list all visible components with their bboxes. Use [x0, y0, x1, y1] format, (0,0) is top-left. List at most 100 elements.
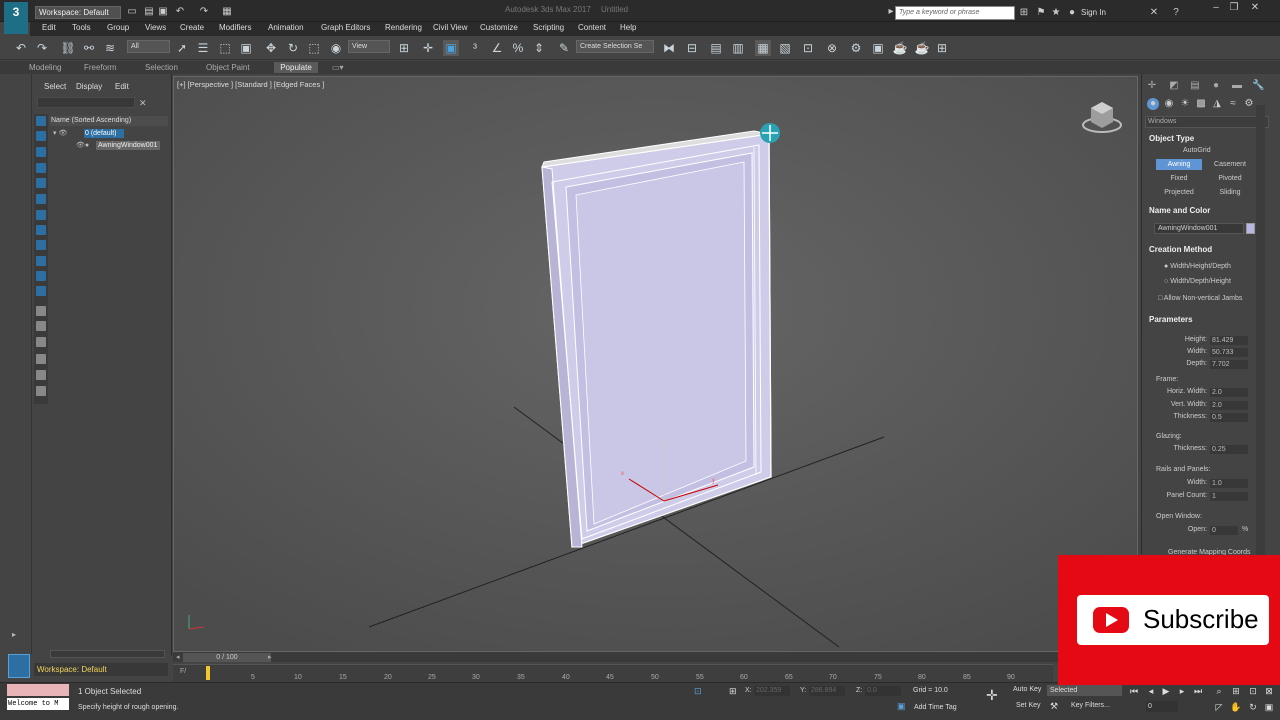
cameras-icon[interactable]: ▩	[1195, 98, 1207, 110]
prev-key-icon[interactable]: ◂	[1145, 685, 1157, 697]
auto-key-button[interactable]: Auto Key	[1013, 686, 1041, 693]
material-editor-icon[interactable]: ⊗	[824, 40, 840, 56]
menu-animation[interactable]: Animation	[268, 23, 304, 32]
menu-rendering[interactable]: Rendering	[385, 23, 422, 32]
menu-tools[interactable]: Tools	[72, 23, 91, 32]
workspace-dropdown[interactable]: Workspace: Default	[35, 6, 121, 19]
project-folder-icon[interactable]: ▦	[221, 6, 233, 18]
time-slider-bar[interactable]	[173, 652, 1138, 662]
geometry-icon[interactable]: ●	[1147, 98, 1159, 110]
percent-snap-icon[interactable]: %	[510, 40, 526, 56]
display-geometry-icon[interactable]	[36, 147, 46, 157]
maxscript-listener-input[interactable]	[7, 684, 69, 696]
viewport-label[interactable]: [+] [Perspective ] [Standard ] [Edged Fa…	[177, 80, 324, 89]
menu-civil-view[interactable]: Civil View	[433, 23, 468, 32]
explorer-tab-display[interactable]: Display	[76, 82, 102, 91]
width-spinner[interactable]: 50.733	[1210, 348, 1248, 357]
play-icon[interactable]: ▶	[1160, 685, 1172, 697]
width-depth-height-radio[interactable]: ○ Width/Depth/Height	[1164, 278, 1231, 285]
ribbon-options-icon[interactable]: ▭▾	[332, 63, 344, 72]
spacewarps-icon[interactable]: ≈	[1227, 98, 1239, 110]
depth-spinner[interactable]: 7.702	[1210, 360, 1248, 369]
move-icon[interactable]: ✥	[263, 40, 279, 56]
schematic-view-icon[interactable]: ⊡	[800, 40, 816, 56]
helpers-icon[interactable]: ◮	[1211, 98, 1223, 110]
render-iterative-icon[interactable]: ☕	[914, 40, 930, 56]
curve-editor-icon[interactable]: ▧	[777, 40, 793, 56]
display-containers-icon[interactable]	[36, 286, 46, 296]
add-time-tag[interactable]: Add Time Tag	[914, 704, 957, 711]
maxscript-output[interactable]: Welcome to M	[7, 698, 69, 710]
shapes-icon[interactable]: ◉	[1163, 98, 1175, 110]
redo-icon[interactable]: ↷	[198, 6, 210, 18]
display-groups-icon[interactable]	[36, 240, 46, 250]
time-tag-icon[interactable]: ▣	[897, 701, 906, 712]
rail-width-spinner[interactable]: 1.0	[1210, 479, 1248, 488]
redo-icon[interactable]: ↷	[34, 40, 50, 56]
visibility-eye-icon[interactable]: 👁●	[76, 141, 89, 149]
selection-filter-dropdown[interactable]: All	[127, 40, 170, 53]
sign-in-link[interactable]: Sign In	[1081, 8, 1106, 17]
set-key-button[interactable]: Set Key	[1016, 702, 1041, 709]
orbit-icon[interactable]: ↻	[1247, 701, 1259, 713]
exchange-icon[interactable]: ✕	[1148, 7, 1160, 19]
pan-icon[interactable]: ✋	[1230, 701, 1242, 713]
horiz-width-spinner[interactable]: 2.0	[1210, 388, 1248, 397]
allow-non-vertical-checkbox[interactable]: □ Allow Non-vertical Jambs	[1158, 295, 1242, 302]
display-bones-icon[interactable]	[36, 271, 46, 281]
ribbon-tab-freeform[interactable]: Freeform	[84, 63, 116, 72]
angle-snap-icon[interactable]: ∠	[489, 40, 505, 56]
pivot-center-icon[interactable]: ⊞	[396, 40, 412, 56]
hierarchy-tab-icon[interactable]: ▤	[1189, 80, 1201, 92]
menu-edit[interactable]: Edit	[42, 23, 56, 32]
current-frame-field[interactable]: 0	[1146, 701, 1178, 712]
hierarchy-icon[interactable]	[36, 354, 46, 364]
sliding-button[interactable]: Sliding	[1207, 187, 1253, 198]
select-manipulate-icon[interactable]: ✛	[420, 40, 436, 56]
bookmark-icon[interactable]: ⚑	[1035, 7, 1047, 19]
new-file-icon[interactable]: ▭	[126, 6, 138, 18]
open-file-icon[interactable]: ▤	[143, 6, 155, 18]
explorer-workspace-dropdown[interactable]: Workspace: Default	[34, 663, 168, 676]
rendered-frame-icon[interactable]: ▣	[870, 40, 886, 56]
save-icon[interactable]: ▣	[157, 6, 169, 18]
display-lights-icon[interactable]	[36, 178, 46, 188]
undo-icon[interactable]: ↶	[13, 40, 29, 56]
search-input[interactable]: Type a keyword or phrase	[895, 6, 1015, 20]
open-spinner[interactable]: 0	[1210, 526, 1238, 535]
binoculars-icon[interactable]: ⊞	[1018, 7, 1030, 19]
spinner-snap-icon[interactable]: ⇕	[531, 40, 547, 56]
rollout-object-type[interactable]: Object Type	[1149, 134, 1194, 143]
viewcube-icon[interactable]	[1082, 98, 1122, 134]
key-filters-button[interactable]: Key Filters...	[1071, 702, 1110, 709]
zoom-all-icon[interactable]: ⊞	[1230, 685, 1242, 697]
snaps-toggle-icon[interactable]: ³	[467, 40, 483, 56]
menu-group[interactable]: Group	[107, 23, 129, 32]
motion-tab-icon[interactable]: ●	[1210, 80, 1222, 92]
keyboard-shortcut-icon[interactable]: ▣	[443, 40, 459, 56]
select-all-icon[interactable]	[36, 321, 46, 331]
maximize-viewport-icon[interactable]: ▣	[1263, 701, 1275, 713]
render-production-icon[interactable]: ☕	[892, 40, 908, 56]
explorer-tab-select[interactable]: Select	[44, 82, 66, 91]
projected-button[interactable]: Projected	[1156, 187, 1202, 198]
time-slider-handle[interactable]: 0 / 100	[183, 653, 271, 662]
z-coordinate[interactable]: 0.0	[865, 686, 901, 696]
explorer-search-input[interactable]	[37, 97, 135, 108]
key-mode-icon[interactable]: F/	[180, 668, 186, 675]
go-to-end-icon[interactable]: ⏭	[1192, 685, 1204, 697]
create-tab-icon[interactable]: ✛	[1146, 80, 1158, 92]
star-icon[interactable]: ★	[1050, 7, 1062, 19]
key-selection-dropdown[interactable]: Selected	[1047, 685, 1122, 696]
modify-tab-icon[interactable]: ◩	[1168, 80, 1180, 92]
sync-icon[interactable]	[36, 306, 46, 316]
ribbon-tab-selection[interactable]: Selection	[145, 63, 178, 72]
rollout-name-color[interactable]: Name and Color	[1149, 206, 1210, 215]
display-helpers-icon[interactable]	[36, 210, 46, 220]
display-shapes-icon[interactable]	[36, 163, 46, 173]
explorer-tab-edit[interactable]: Edit	[115, 82, 129, 91]
menu-help[interactable]: Help	[620, 23, 636, 32]
menu-create[interactable]: Create	[180, 23, 204, 32]
menu-graph-editors[interactable]: Graph Editors	[321, 23, 370, 32]
frame-thickness-spinner[interactable]: 0.5	[1210, 413, 1248, 422]
